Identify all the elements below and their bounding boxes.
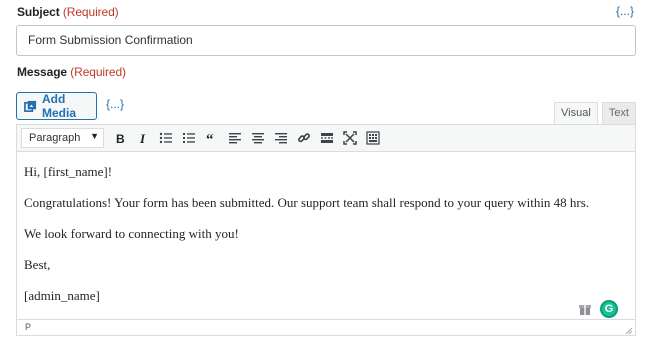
italic-icon[interactable]: I	[132, 127, 154, 149]
subject-label-text: Subject	[17, 5, 60, 19]
body-line: We look forward to connecting with you!	[24, 226, 239, 241]
add-media-label: Add Media	[42, 92, 77, 120]
format-select[interactable]: Paragraph ▼	[21, 128, 104, 148]
read-more-icon[interactable]	[316, 127, 338, 149]
svg-text:B: B	[116, 132, 125, 145]
media-icon	[24, 100, 37, 113]
body-line: Hi, [first_name]!	[24, 164, 113, 179]
notification-form: Subject (Required) {...} Form Submission…	[0, 0, 658, 342]
resize-handle-icon[interactable]	[624, 325, 633, 335]
subject-label: Subject (Required)	[17, 5, 119, 19]
svg-text:“: “	[206, 132, 214, 145]
editor-toolbar: Paragraph ▼ B I “	[17, 125, 635, 152]
message-editor: Paragraph ▼ B I “ Hi, [first_name]! Cong…	[16, 124, 636, 336]
svg-text:I: I	[139, 131, 146, 145]
message-label-text: Message	[17, 65, 67, 79]
link-icon[interactable]	[293, 127, 315, 149]
align-right-icon[interactable]	[270, 127, 292, 149]
toolbar-toggle-icon[interactable]	[362, 127, 384, 149]
bold-icon[interactable]: B	[109, 127, 131, 149]
tab-text[interactable]: Text	[601, 102, 636, 124]
body-line: Congratulations! Your form has been subm…	[24, 195, 590, 210]
add-media-button[interactable]: Add Media	[16, 92, 97, 120]
chevron-down-icon: ▼	[90, 131, 99, 141]
tab-visual[interactable]: Visual	[554, 102, 598, 124]
editor-tabs: Visual Text	[554, 102, 636, 124]
align-left-icon[interactable]	[224, 127, 246, 149]
grammarly-icon[interactable]: G	[600, 300, 618, 318]
editor-status-bar: P	[17, 319, 635, 335]
message-label: Message (Required)	[17, 65, 126, 79]
element-path[interactable]: P	[25, 322, 31, 332]
bulleted-list-icon[interactable]	[155, 127, 177, 149]
message-required-marker: (Required)	[70, 65, 126, 79]
body-line: Best,	[24, 257, 51, 272]
editor-content[interactable]: Hi, [first_name]! Congratulations! Your …	[17, 152, 635, 304]
format-select-value: Paragraph	[29, 132, 81, 144]
subject-required-marker: (Required)	[62, 5, 119, 19]
body-line: [admin_name]	[24, 288, 100, 303]
message-merge-tags-button[interactable]: {...}	[106, 97, 124, 111]
fullscreen-icon[interactable]	[339, 127, 361, 149]
numbered-list-icon[interactable]	[178, 127, 200, 149]
blockquote-icon[interactable]: “	[201, 127, 223, 149]
subject-input[interactable]: Form Submission Confirmation	[16, 25, 636, 56]
align-center-icon[interactable]	[247, 127, 269, 149]
gift-icon[interactable]	[578, 302, 592, 316]
subject-merge-tags-button[interactable]: {...}	[616, 4, 634, 18]
